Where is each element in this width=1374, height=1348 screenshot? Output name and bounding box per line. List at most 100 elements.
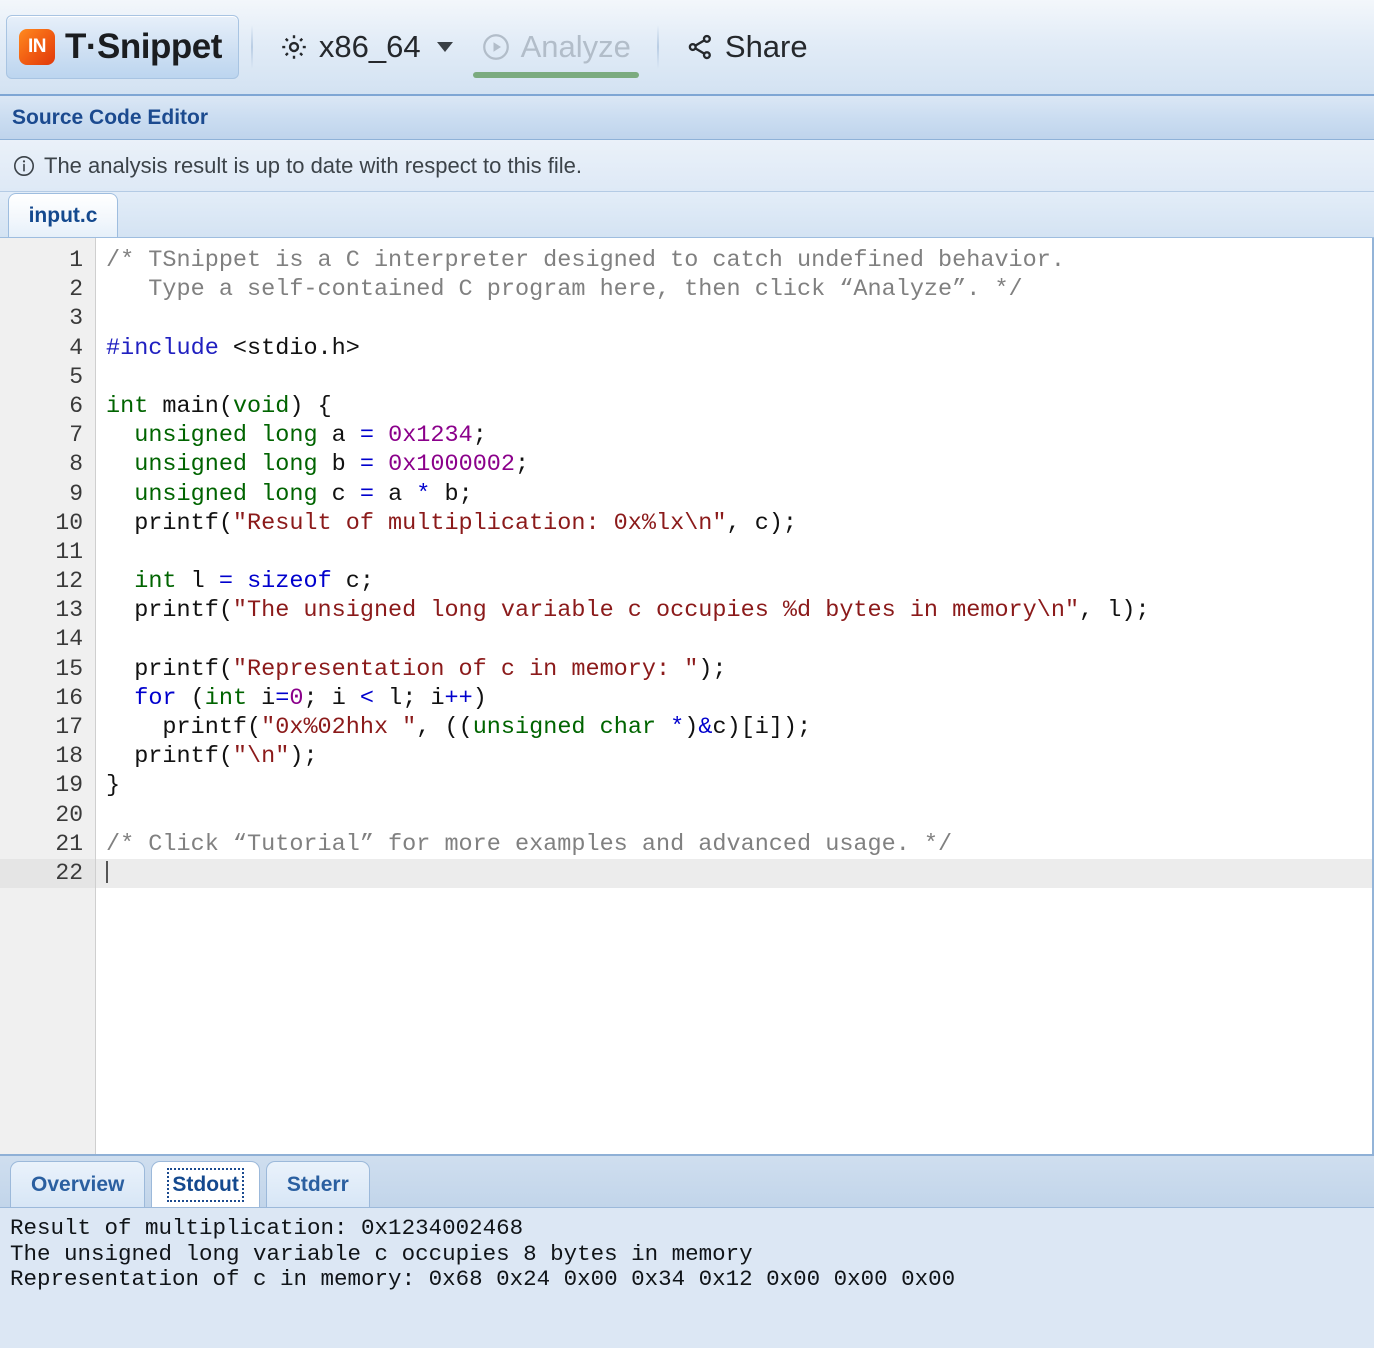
architecture-label: x86_64: [318, 29, 421, 64]
output-tab-label: Stderr: [286, 1172, 349, 1196]
brand-mark-icon: IN: [19, 29, 55, 65]
stdout-line: Result of multiplication: 0x1234002468: [10, 1215, 524, 1241]
code-token: ;: [472, 422, 487, 450]
code-token: printf(: [106, 509, 233, 537]
code-token: =: [218, 568, 233, 596]
file-tab-bar: input.c: [0, 192, 1374, 238]
analyze-button[interactable]: Analyze: [467, 12, 645, 82]
line-number: 9: [69, 480, 83, 507]
code-token: "The unsigned long variable c occupies %…: [232, 597, 1080, 625]
code-token: ++: [444, 684, 473, 712]
code-token: c: [317, 480, 360, 508]
code-token: /* Click “Tutorial” for more examples an…: [106, 830, 953, 858]
file-tab-input-c[interactable]: input.c: [8, 193, 118, 237]
line-number: 11: [55, 538, 83, 565]
code-line: /* TSnippet is a C interpreter designed …: [96, 246, 1372, 275]
line-number: 20: [55, 801, 83, 828]
code-token: ): [472, 684, 487, 712]
info-circle-icon: [12, 154, 36, 178]
code-token: for: [134, 684, 177, 712]
code-token: Type a self-contained C program here, th…: [106, 276, 1023, 304]
line-number: 13: [55, 597, 83, 624]
share-button[interactable]: Share: [671, 12, 822, 82]
code-token: unsigned long: [134, 451, 318, 479]
code-token: unsigned long: [134, 422, 318, 450]
code-token: , c);: [726, 509, 798, 537]
code-token: #include: [106, 334, 219, 362]
code-token: main(: [148, 392, 233, 420]
code-token: );: [289, 743, 318, 771]
code-token: printf(: [106, 743, 233, 771]
play-circle-icon: [481, 32, 511, 62]
code-token: =: [359, 422, 374, 450]
line-number: 10: [55, 509, 83, 536]
code-line: unsigned long a = 0x1234;: [96, 421, 1372, 450]
code-line: printf("Result of multiplication: 0x%lx\…: [96, 509, 1372, 538]
code-token: void: [232, 392, 290, 420]
code-token: "0x%02hhx ": [261, 714, 417, 741]
code-token: i: [247, 684, 276, 712]
line-number: 3: [69, 305, 83, 332]
output-tab-overview[interactable]: Overview: [10, 1161, 146, 1207]
code-line: Type a self-contained C program here, th…: [96, 275, 1372, 304]
code-token: &: [698, 714, 713, 741]
line-number: 19: [55, 772, 83, 799]
architecture-selector[interactable]: x86_64: [265, 12, 467, 82]
line-number: 17: [55, 714, 83, 740]
code-token: *: [416, 480, 431, 508]
code-line: printf("Representation of c in memory: "…: [96, 655, 1372, 684]
code-token: /* TSnippet is a C interpreter designed …: [106, 247, 1065, 274]
stdout-line: The unsigned long variable c occupies 8 …: [10, 1240, 753, 1267]
line-number: 8: [69, 451, 83, 478]
code-token: ): [684, 714, 699, 741]
code-token: int: [106, 392, 149, 420]
code-token: *: [670, 714, 685, 741]
output-tab-stderr[interactable]: Stderr: [265, 1161, 370, 1207]
source-code-editor[interactable]: 1 2 3 4 5 6 7 8 9 10 11 12 13 14 15 16 17 18 19 20 21 22 /* T…: [0, 238, 1374, 1154]
code-line: [96, 858, 1372, 889]
code-line: for (int i=0; i < l; i++): [96, 684, 1372, 713]
line-number: 15: [55, 655, 83, 682]
code-text-area[interactable]: /* TSnippet is a C interpreter designed …: [96, 238, 1372, 1154]
line-number-gutter: 1 2 3 4 5 6 7 8 9 10 11 12 13 14 15 16 17 18 19 20 21 22: [0, 238, 96, 1154]
brand-logo-button[interactable]: IN T·Snippet: [6, 15, 239, 79]
code-token: c;: [331, 568, 374, 596]
code-token: ) {: [289, 392, 332, 420]
toolbar-divider-2: [656, 25, 659, 69]
code-token: =: [359, 451, 374, 479]
code-line: printf("The unsigned long variable c occ…: [96, 596, 1372, 625]
file-tab-label: input.c: [28, 203, 98, 227]
code-token: ; i: [303, 684, 360, 712]
code-token: );: [698, 655, 727, 683]
code-token: , ((: [416, 714, 473, 741]
toolbar-divider-1: [250, 25, 253, 69]
code-token: =: [275, 684, 290, 712]
line-number: 6: [69, 392, 83, 419]
code-token: b;: [430, 480, 473, 508]
line-number: 4: [69, 334, 83, 361]
code-token: printf(: [106, 597, 233, 625]
code-token: l; i: [374, 684, 445, 712]
output-tab-label: Overview: [31, 1172, 125, 1196]
code-token: b: [317, 451, 360, 479]
line-number: 5: [69, 363, 83, 390]
page-title: Source Code Editor: [12, 105, 209, 129]
code-token: "Result of multiplication: 0x%lx\n": [232, 509, 727, 537]
line-number: 21: [55, 830, 83, 857]
brand-name-label: T·Snippet: [65, 27, 222, 66]
code-line: printf("0x%02hhx ", ((unsigned char *)&c…: [96, 713, 1372, 742]
code-token: , l);: [1079, 597, 1150, 625]
code-token: a: [317, 422, 360, 450]
code-line: printf("\n");: [96, 742, 1372, 771]
code-token: 0x1000002: [388, 451, 516, 479]
output-tab-stdout[interactable]: Stdout: [151, 1161, 260, 1207]
share-nodes-icon: [685, 32, 715, 62]
code-token: 0: [289, 684, 304, 712]
code-token: <: [359, 684, 375, 712]
